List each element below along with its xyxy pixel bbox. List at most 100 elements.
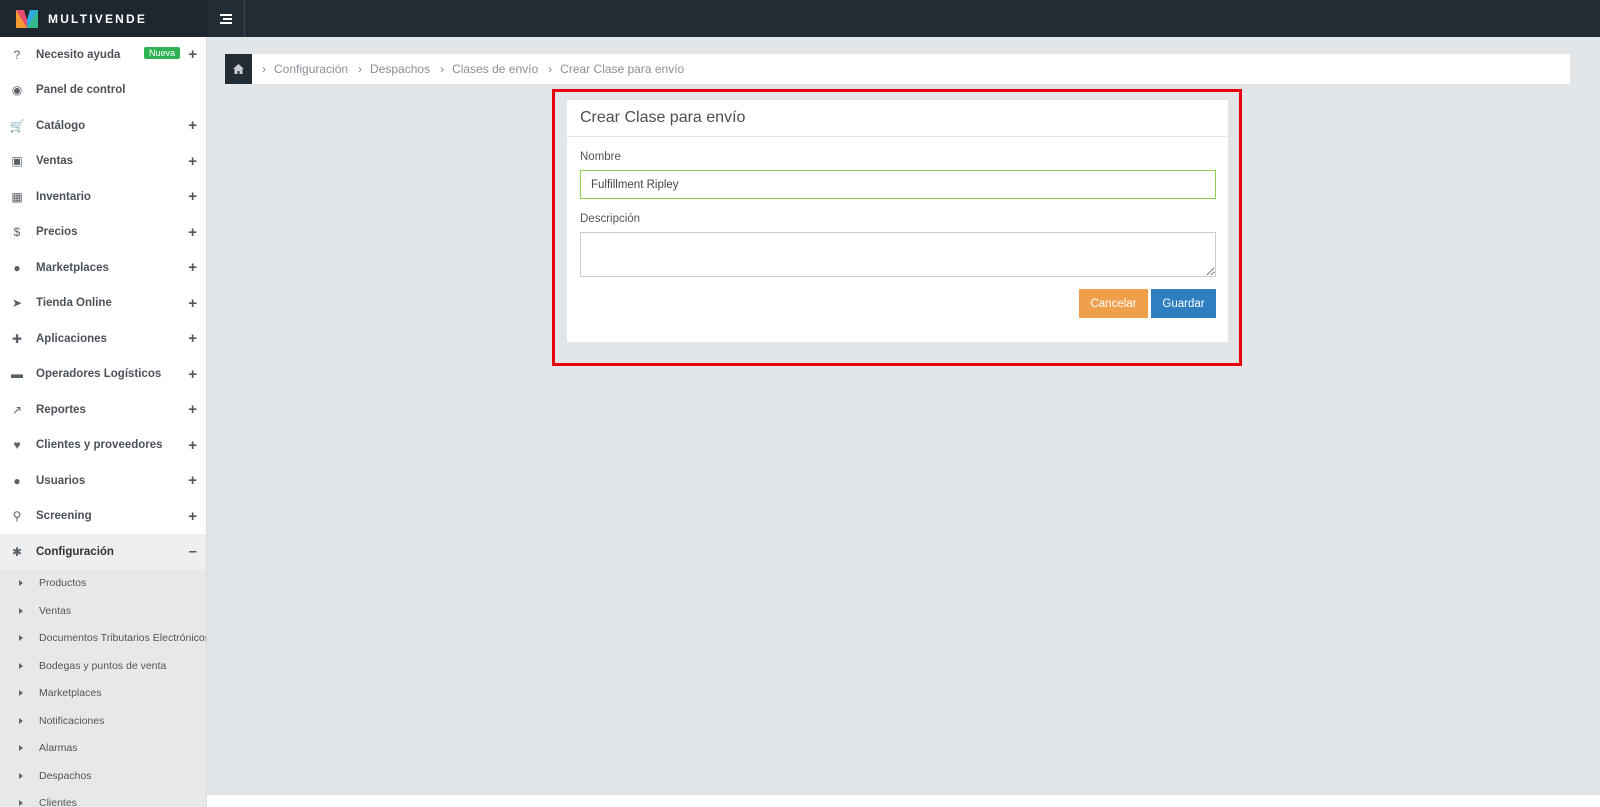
- expand-icon[interactable]: +: [188, 117, 197, 134]
- multivende-logo-icon: [16, 9, 38, 28]
- breadcrumb-despachos[interactable]: Despachos: [370, 62, 430, 76]
- cart-icon: 🛒: [9, 118, 25, 133]
- heart-icon: ♥: [13, 438, 21, 453]
- caret-right-icon: [19, 635, 23, 642]
- sidebar-item-label: Reportes: [36, 403, 86, 416]
- breadcrumb-separator: ›: [548, 62, 553, 76]
- truck-icon: ▬: [11, 367, 23, 382]
- dashboard-icon: ◉: [11, 83, 23, 98]
- breadcrumb-clases-envio[interactable]: Clases de envío: [452, 62, 538, 76]
- save-button[interactable]: Guardar: [1151, 289, 1216, 318]
- breadcrumb-configuracion[interactable]: Configuración: [274, 62, 348, 76]
- expand-icon[interactable]: +: [188, 472, 197, 489]
- sidebar-item-users[interactable]: ● Usuarios +: [0, 463, 206, 499]
- home-icon: [233, 64, 244, 74]
- sidebar-item-label: Catálogo: [36, 119, 86, 132]
- expand-icon[interactable]: +: [188, 295, 197, 312]
- home-button[interactable]: [225, 54, 252, 84]
- sidebar-toggle-button[interactable]: [207, 0, 245, 37]
- sidebar-item-inventory[interactable]: ▦ Inventario +: [0, 179, 206, 215]
- sidebar-item-label: Ventas: [36, 155, 74, 168]
- search-icon: ⚲: [12, 509, 22, 524]
- sidebar-item-help[interactable]: ? Necesito ayuda Nueva +: [0, 37, 206, 73]
- sidebar-item-label: Screening: [36, 510, 92, 523]
- sidebar-item-label: Clientes y proveedores: [36, 439, 163, 452]
- submenu-item[interactable]: Alarmas: [0, 735, 206, 763]
- sidebar-item-sales[interactable]: ▣ Ventas +: [0, 144, 206, 180]
- caret-right-icon: [19, 580, 23, 587]
- caret-right-icon: [19, 607, 23, 614]
- brand[interactable]: MULTIVENDE: [0, 0, 207, 37]
- submenu-item-label: Productos: [39, 577, 87, 590]
- sidebar-item-clients[interactable]: ♥ Clientes y proveedores +: [0, 428, 206, 464]
- expand-icon[interactable]: +: [188, 437, 197, 454]
- submenu-item[interactable]: Despachos: [0, 762, 206, 790]
- globe-icon: ●: [13, 260, 21, 275]
- expand-icon[interactable]: +: [188, 330, 197, 347]
- sidebar-item-catalog[interactable]: 🛒 Catálogo +: [0, 108, 206, 144]
- submenu-item-label: Ventas: [39, 604, 72, 617]
- submenu-item[interactable]: Notificaciones: [0, 707, 206, 735]
- page-title: Crear Clase para envío: [580, 109, 746, 126]
- submenu-item[interactable]: Marketplaces: [0, 680, 206, 708]
- sidebar-item-label: Necesito ayuda: [36, 48, 121, 61]
- breadcrumb-separator: ›: [440, 62, 445, 76]
- submenu-item-label: Bodegas y puntos de venta: [39, 659, 167, 672]
- expand-icon[interactable]: +: [188, 401, 197, 418]
- expand-icon[interactable]: +: [188, 508, 197, 525]
- breadcrumb-separator: ›: [358, 62, 363, 76]
- user-icon: ●: [13, 473, 21, 488]
- sidebar-item-online-store[interactable]: ➤ Tienda Online +: [0, 286, 206, 322]
- sidebar-item-config[interactable]: ✱ Configuración –: [0, 534, 206, 570]
- cancel-button[interactable]: Cancelar: [1079, 289, 1148, 318]
- expand-icon[interactable]: +: [188, 259, 197, 276]
- sidebar-item-prices[interactable]: $ Precios +: [0, 215, 206, 251]
- expand-icon[interactable]: +: [188, 153, 197, 170]
- gear-icon: ✱: [11, 544, 23, 559]
- collapse-icon[interactable]: –: [189, 543, 197, 560]
- sidebar-item-logistics[interactable]: ▬ Operadores Logísticos +: [0, 357, 206, 393]
- line-chart-icon: ↗: [11, 402, 23, 417]
- cubes-icon: ▦: [11, 189, 23, 204]
- create-shipping-class-panel: Crear Clase para envío Nombre Descripció…: [567, 100, 1228, 342]
- caret-right-icon: [19, 717, 23, 724]
- sidebar-item-marketplaces[interactable]: ● Marketplaces +: [0, 250, 206, 286]
- top-bar: MULTIVENDE: [0, 0, 1600, 37]
- sidebar-item-screening[interactable]: ⚲ Screening +: [0, 499, 206, 535]
- submenu-item-label: Notificaciones: [39, 714, 105, 727]
- caret-right-icon: [19, 745, 23, 752]
- brand-name: MULTIVENDE: [48, 11, 148, 26]
- expand-icon[interactable]: +: [188, 224, 197, 241]
- sidebar-item-dashboard[interactable]: ◉ Panel de control: [0, 73, 206, 109]
- puzzle-icon: ✚: [11, 331, 23, 346]
- sidebar-item-label: Usuarios: [36, 474, 86, 487]
- expand-icon[interactable]: +: [188, 188, 197, 205]
- sidebar: ? Necesito ayuda Nueva + ◉ Panel de control 🛒 C…: [0, 37, 207, 807]
- money-icon: ▣: [11, 154, 23, 169]
- sidebar-item-label: Inventario: [36, 190, 91, 203]
- submenu-item-label: Clientes: [39, 797, 77, 807]
- submenu-item[interactable]: Productos: [0, 570, 206, 598]
- name-label: Nombre: [580, 151, 621, 163]
- sidebar-item-label: Operadores Logísticos: [36, 368, 162, 381]
- breadcrumb-separator: ›: [262, 62, 266, 76]
- sidebar-item-apps[interactable]: ✚ Aplicaciones +: [0, 321, 206, 357]
- submenu-item-label: Documentos Tributarios Electrónicos: [39, 632, 207, 645]
- submenu-item[interactable]: Clientes: [0, 790, 206, 807]
- submenu-item[interactable]: Bodegas y puntos de venta: [0, 652, 206, 680]
- name-input[interactable]: [580, 170, 1216, 199]
- sidebar-item-label: Aplicaciones: [36, 332, 107, 345]
- panel-header: Crear Clase para envío: [567, 100, 1228, 137]
- submenu-item[interactable]: Ventas: [0, 597, 206, 625]
- caret-right-icon: [19, 772, 23, 779]
- sidebar-item-label: Marketplaces: [36, 261, 109, 274]
- breadcrumb-current: Crear Clase para envío: [560, 62, 685, 76]
- footer-strip: [207, 795, 1600, 807]
- expand-icon[interactable]: +: [188, 46, 197, 63]
- submenu-item[interactable]: Documentos Tributarios Electrónicos: [0, 625, 206, 653]
- pointer-icon: ➤: [11, 296, 23, 311]
- expand-icon[interactable]: +: [188, 366, 197, 383]
- description-label: Descripción: [580, 213, 641, 225]
- sidebar-item-reports[interactable]: ↗ Reportes +: [0, 392, 206, 428]
- description-textarea[interactable]: [580, 232, 1216, 277]
